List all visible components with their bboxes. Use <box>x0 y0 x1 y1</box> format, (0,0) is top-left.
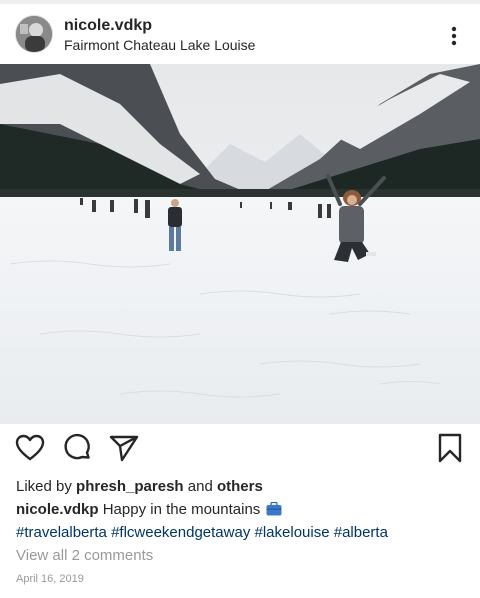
heart-icon[interactable] <box>14 432 46 466</box>
more-vertical-icon[interactable] <box>442 24 466 48</box>
liker-username[interactable]: phresh_paresh <box>76 478 184 495</box>
likes-conjunction: and <box>187 478 213 495</box>
hashtags: #travelalberta #flcweekendgetaway #lakel… <box>16 521 464 544</box>
post-caption-area: Liked by phresh_paresh and others nicole… <box>16 476 464 588</box>
view-comments-link[interactable]: View all 2 comments <box>16 544 464 568</box>
caption-text: Happy in the mountains <box>102 501 261 518</box>
post-location[interactable]: Fairmont Chateau Lake Louise <box>64 36 255 54</box>
hashtag-link[interactable]: #flcweekendgetaway <box>111 524 250 541</box>
luggage-emoji-icon <box>266 500 282 516</box>
caption-username[interactable]: nicole.vdkp <box>16 501 99 518</box>
hashtag-link[interactable]: #lakelouise <box>255 524 330 541</box>
post-username[interactable]: nicole.vdkp <box>64 16 255 35</box>
post-date: April 16, 2019 <box>16 573 84 585</box>
bookmark-icon[interactable] <box>434 432 466 466</box>
hashtag-link[interactable]: #travelalberta <box>16 524 107 541</box>
post-actions <box>0 432 480 470</box>
likes-others-link[interactable]: others <box>217 478 263 495</box>
post-header: nicole.vdkp Fairmont Chateau Lake Louise <box>0 4 480 64</box>
post-caption: nicole.vdkp Happy in the mountains <box>16 498 464 521</box>
avatar[interactable] <box>16 16 52 52</box>
post-photo[interactable] <box>0 64 480 424</box>
hashtag-link[interactable]: #alberta <box>334 524 388 541</box>
likes-summary: Liked by phresh_paresh and others <box>16 476 464 498</box>
send-icon[interactable] <box>108 432 140 466</box>
comment-icon[interactable] <box>61 432 93 466</box>
likes-prefix: Liked by <box>16 478 72 495</box>
